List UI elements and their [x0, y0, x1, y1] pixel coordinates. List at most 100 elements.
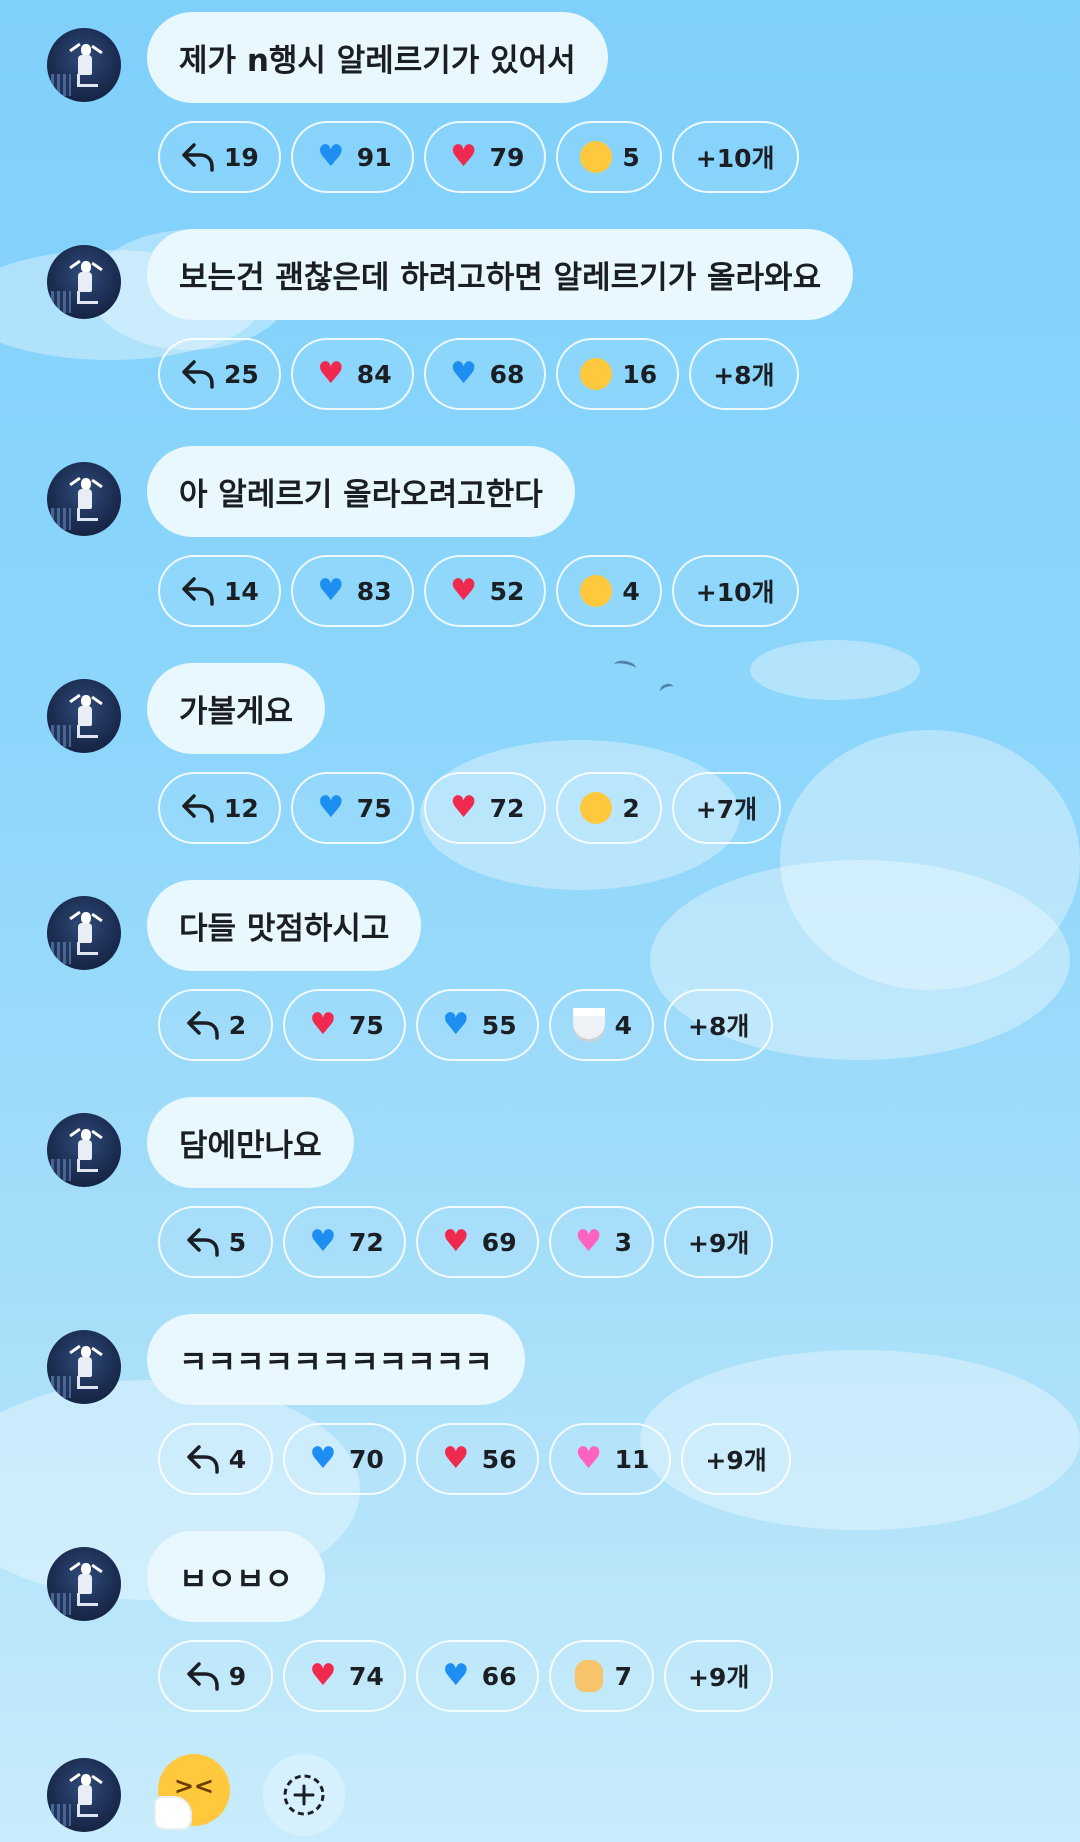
- avatar[interactable]: [47, 28, 121, 102]
- avatar[interactable]: [47, 1547, 121, 1621]
- reaction-chip-pink-heart[interactable]: ♥ 3: [548, 1206, 654, 1278]
- more-reactions-button[interactable]: +7개: [671, 772, 782, 844]
- message-bubble[interactable]: 보는건 괜찮은데 하려고하면 알레르기가 올라와요: [147, 229, 854, 320]
- reaction-chip-red-heart[interactable]: ♥ 52: [423, 555, 547, 627]
- reaction-chip-face-with-tears-of-joy[interactable]: 16: [556, 338, 680, 410]
- message-bubble[interactable]: 제가 n행시 알레르기가 있어서: [147, 12, 608, 103]
- reply-count: 4: [228, 1444, 247, 1474]
- message-bubble[interactable]: 가볼게요: [147, 663, 326, 754]
- reaction-chip-blue-heart[interactable]: ♥ 70: [283, 1423, 406, 1495]
- pink-heart-icon: ♥: [575, 1224, 603, 1259]
- message-row: 보는건 괜찮은데 하려고하면 알레르기가 올라와요 25 ♥ 84 ♥ 68 16 +8개: [0, 217, 1080, 434]
- reaction-bar: 2 ♥ 75 ♥ 55 4 +8개: [158, 989, 774, 1065]
- reply-button[interactable]: 12: [158, 772, 281, 844]
- more-reactions-label: +9개: [705, 1446, 767, 1475]
- reaction-count: 56: [481, 1444, 517, 1474]
- more-reactions-button[interactable]: +9개: [681, 1423, 791, 1495]
- reaction-count: 69: [481, 1227, 517, 1257]
- smiling-face-with-hearts-icon: [578, 139, 614, 175]
- reply-arrow-icon: [180, 356, 216, 392]
- reaction-chip-blue-heart[interactable]: ♥ 55: [415, 989, 539, 1061]
- reaction-chip-rice-bowl[interactable]: 4: [548, 989, 654, 1061]
- reaction-chip-rolling-on-floor-laughing[interactable]: 2: [556, 772, 662, 844]
- avatar[interactable]: [47, 1330, 121, 1404]
- reply-arrow-icon: [185, 1441, 221, 1477]
- reaction-count: 72: [349, 1227, 384, 1257]
- avatar[interactable]: [47, 1113, 121, 1187]
- message-bubble[interactable]: ㅋㅋㅋㅋㅋㅋㅋㅋㅋㅋㅋ: [147, 1314, 525, 1405]
- reaction-chip-blue-heart[interactable]: ♥ 72: [283, 1206, 406, 1278]
- more-reactions-button[interactable]: +8개: [689, 338, 799, 410]
- red-heart-icon: ♥: [450, 139, 478, 174]
- reaction-chip-blue-heart[interactable]: ♥ 91: [290, 121, 414, 193]
- reply-button[interactable]: 2: [158, 989, 273, 1061]
- message-bubble[interactable]: ㅂㅇㅂㅇ: [147, 1531, 326, 1622]
- reply-button[interactable]: 5: [158, 1206, 273, 1278]
- reaction-chip-red-heart[interactable]: ♥ 69: [415, 1206, 539, 1278]
- reaction-count: 79: [489, 142, 525, 172]
- reaction-count: 3: [614, 1227, 632, 1257]
- reply-button[interactable]: 4: [158, 1423, 273, 1495]
- message-bubble[interactable]: 아 알레르기 올라오려고한다: [147, 446, 575, 537]
- reply-button[interactable]: 9: [158, 1640, 273, 1712]
- rice-bowl-icon: [571, 1007, 607, 1043]
- reaction-chip-red-heart[interactable]: ♥ 56: [415, 1423, 539, 1495]
- reaction-count: 55: [481, 1010, 517, 1040]
- avatar[interactable]: [47, 679, 121, 753]
- reply-button[interactable]: 19: [158, 121, 281, 193]
- reaction-chip-red-heart[interactable]: ♥ 84: [290, 338, 414, 410]
- more-reactions-label: +9개: [688, 1663, 750, 1692]
- red-heart-icon: ♥: [450, 790, 478, 825]
- reaction-chip-red-heart[interactable]: ♥ 79: [423, 121, 547, 193]
- red-heart-icon: ♥: [450, 573, 478, 608]
- avatar[interactable]: [47, 245, 121, 319]
- avatar[interactable]: [47, 896, 121, 970]
- more-reactions-button[interactable]: +10개: [671, 555, 799, 627]
- reply-button[interactable]: 25: [158, 338, 281, 410]
- reaction-count: 91: [356, 142, 392, 172]
- reply-count: 5: [228, 1227, 247, 1257]
- blue-heart-icon: ♥: [309, 1441, 337, 1476]
- reaction-chip-blue-heart[interactable]: ♥ 75: [290, 772, 414, 844]
- reaction-chip-blue-heart[interactable]: ♥ 83: [290, 555, 414, 627]
- more-reactions-button[interactable]: +8개: [664, 989, 774, 1061]
- reaction-count: 84: [356, 359, 392, 389]
- more-reactions-button[interactable]: +9개: [664, 1206, 774, 1278]
- more-reactions-label: +8개: [713, 361, 775, 390]
- avatar[interactable]: [47, 462, 121, 536]
- reaction-count: 2: [622, 793, 640, 823]
- reaction-count: 52: [489, 576, 525, 606]
- reply-arrow-icon: [185, 1658, 221, 1694]
- more-reactions-label: +7개: [695, 795, 758, 824]
- red-heart-icon: ♥: [309, 1658, 337, 1693]
- reaction-chip-pink-heart[interactable]: ♥ 11: [548, 1423, 672, 1495]
- reaction-chip-blue-heart[interactable]: ♥ 66: [415, 1640, 539, 1712]
- message-row: ㅂㅇㅂㅇ 9 ♥ 74 ♥ 66 7 +9개: [0, 1519, 1080, 1736]
- reaction-chip-rolling-on-floor-laughing[interactable]: 4: [556, 555, 662, 627]
- reaction-chip-blue-heart[interactable]: ♥ 68: [423, 338, 547, 410]
- reaction-count: 68: [489, 359, 525, 389]
- reaction-chip-red-heart[interactable]: ♥ 74: [283, 1640, 406, 1712]
- sneezing-face-emoji: > <: [156, 1754, 230, 1828]
- reaction-count: 4: [622, 576, 640, 606]
- more-reactions-button[interactable]: +9개: [664, 1640, 774, 1712]
- reaction-bar: 5 ♥ 72 ♥ 69 ♥ 3 +9개: [158, 1206, 774, 1282]
- reaction-count: 66: [481, 1661, 517, 1691]
- avatar[interactable]: [47, 1758, 121, 1832]
- reaction-chip-smiling-face-with-hearts[interactable]: 5: [556, 121, 662, 193]
- blue-heart-icon: ♥: [450, 356, 478, 391]
- reaction-chip-red-heart[interactable]: ♥ 72: [423, 772, 547, 844]
- reply-button[interactable]: 14: [158, 555, 281, 627]
- reaction-chip-waving-hand[interactable]: 7: [548, 1640, 654, 1712]
- more-reactions-button[interactable]: +10개: [671, 121, 799, 193]
- message-bubble[interactable]: 다들 맛점하시고: [147, 880, 422, 971]
- reaction-count: 4: [614, 1010, 632, 1040]
- reaction-chip-red-heart[interactable]: ♥ 75: [283, 989, 406, 1061]
- waving-hand-icon: [571, 1658, 607, 1694]
- message-bubble[interactable]: 담에만나요: [147, 1097, 354, 1188]
- add-reaction-button[interactable]: [263, 1754, 345, 1836]
- reply-arrow-icon: [180, 573, 216, 609]
- reaction-bar: 19 ♥ 91 ♥ 79 5 +10개: [158, 121, 799, 197]
- reply-count: 9: [228, 1661, 247, 1691]
- reply-count: 25: [224, 359, 259, 389]
